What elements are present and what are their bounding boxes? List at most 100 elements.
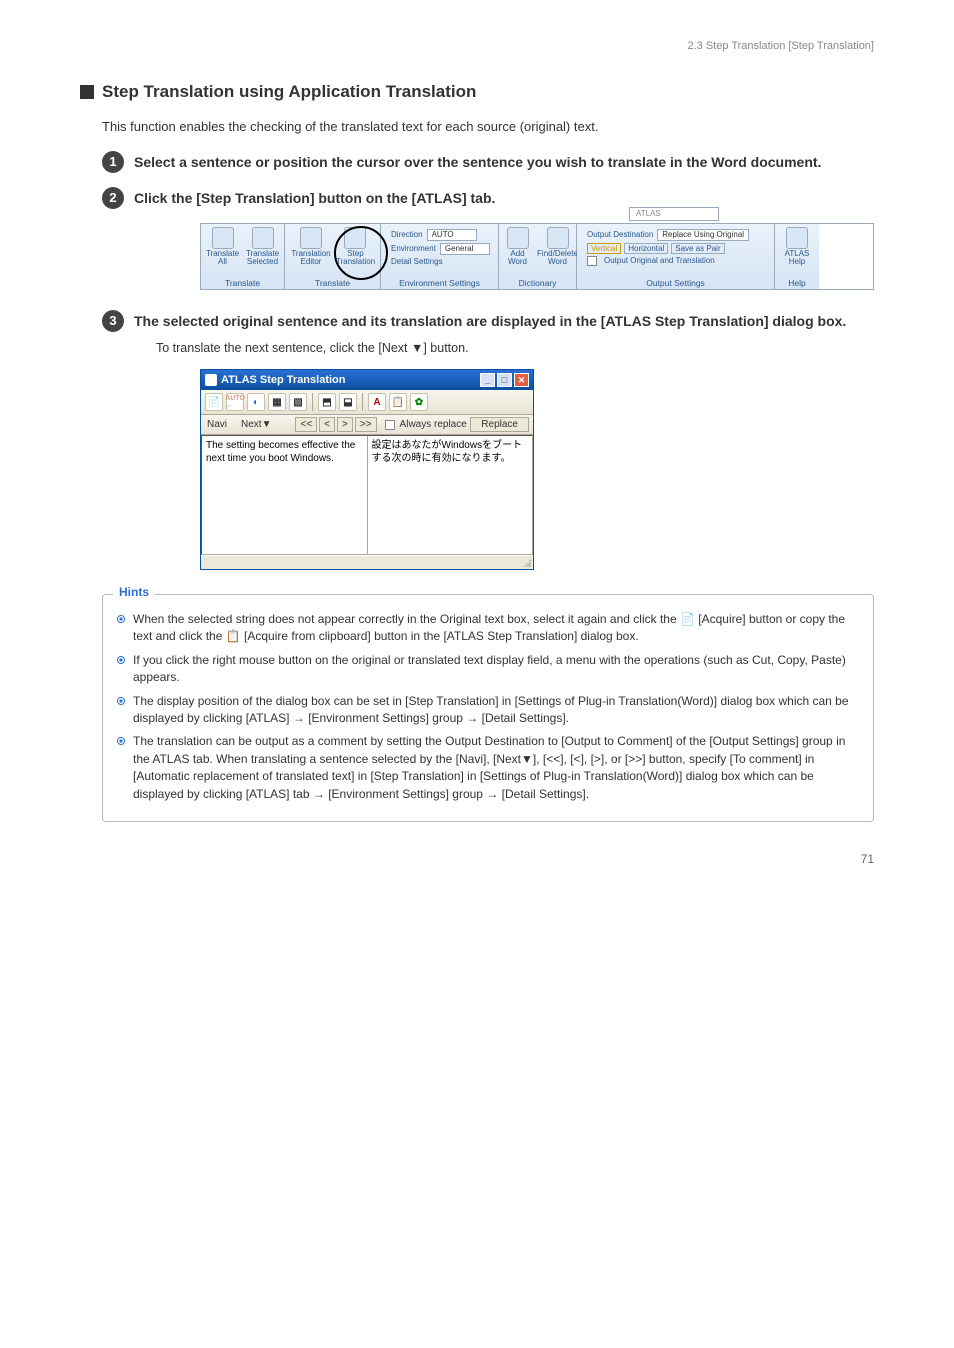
- output-dest-label: Output Destination: [587, 230, 653, 239]
- hints-box: Hints When the selected string does not …: [102, 594, 874, 822]
- step-translation-dialog: ATLAS Step Translation _ □ ✕ 📄 AUTO↔ ◐ ▦…: [200, 369, 534, 570]
- auto-icon[interactable]: AUTO↔: [226, 393, 244, 411]
- bullet-icon: [117, 615, 125, 623]
- help-icon: [786, 227, 808, 249]
- acquire-from-clipboard-icon: 📋: [226, 629, 241, 643]
- layout-icon[interactable]: ⬓: [339, 393, 357, 411]
- translate-all-button[interactable]: Translate All: [206, 227, 240, 276]
- find-word-icon: [547, 227, 569, 249]
- always-replace-label: Always replace: [400, 419, 467, 430]
- step-1: 1 Select a sentence or position the curs…: [102, 151, 874, 173]
- bullet-icon: [117, 656, 125, 664]
- output-original-checkbox-label: Output Original and Translation: [604, 256, 715, 265]
- nav-last-button[interactable]: >>: [355, 417, 377, 432]
- save-as-pair-button[interactable]: Save as Pair: [671, 243, 724, 254]
- hint-item: When the selected string does not appear…: [117, 611, 859, 646]
- add-word-button[interactable]: Add Word: [501, 227, 535, 276]
- step-translation-button[interactable]: Step Translation: [337, 227, 374, 276]
- replace-button[interactable]: Replace: [470, 417, 529, 432]
- page-number: 71: [80, 852, 874, 866]
- nav-prev-button[interactable]: <: [319, 417, 335, 432]
- horizontal-button[interactable]: Horizontal: [624, 243, 668, 254]
- hint-text: [Detail Settings].: [482, 711, 569, 725]
- nav-first-button[interactable]: <<: [295, 417, 317, 432]
- resize-grip-icon[interactable]: [521, 557, 531, 567]
- font-icon[interactable]: A: [368, 393, 386, 411]
- target-text-pane[interactable]: 設定はあなたがWindowsをブートする次の時に有効になります。: [368, 436, 533, 554]
- add-word-icon: [507, 227, 529, 249]
- acquire-icon: 📄: [680, 612, 695, 626]
- toolbar-icon[interactable]: ▧: [289, 393, 307, 411]
- next-button[interactable]: Next▼: [237, 419, 275, 430]
- source-text-pane[interactable]: The setting becomes effective the next t…: [202, 436, 368, 554]
- step-3: 3 The selected original sentence and its…: [102, 310, 874, 332]
- group-label: Translate: [207, 276, 278, 289]
- checkbox-icon[interactable]: [587, 256, 597, 266]
- step-number-badge: 1: [102, 151, 124, 173]
- output-dest-select[interactable]: Replace Using Original: [657, 229, 749, 241]
- translate-selected-button[interactable]: Translate Selected: [246, 227, 280, 276]
- group-label: Dictionary: [505, 276, 570, 289]
- group-label: Translate: [291, 276, 374, 289]
- settings-icon[interactable]: ✿: [410, 393, 428, 411]
- arrow-icon: →: [313, 787, 325, 801]
- dialog-titlebar[interactable]: ATLAS Step Translation _ □ ✕: [201, 370, 533, 390]
- always-replace-checkbox[interactable]: [385, 420, 395, 430]
- atlas-icon: [205, 374, 217, 386]
- arrow-icon: →: [466, 711, 478, 725]
- maximize-button[interactable]: □: [497, 373, 512, 387]
- hint-text: When the selected string does not appear…: [133, 612, 680, 626]
- acquire-from-clipboard-icon[interactable]: 📋: [389, 393, 407, 411]
- page-header: 2.3 Step Translation [Step Translation]: [80, 40, 874, 52]
- hint-item: If you click the right mouse button on t…: [117, 652, 859, 687]
- find-delete-word-button[interactable]: Find/Delete Word: [541, 227, 575, 276]
- translation-editor-button[interactable]: Translation Editor: [291, 227, 331, 276]
- heading-text: Step Translation using Application Trans…: [102, 82, 476, 102]
- hint-text: [Acquire from clipboard] button in the […: [244, 629, 639, 643]
- step-2: 2 Click the [Step Translation] button on…: [102, 187, 874, 209]
- globe-icon: [212, 227, 234, 249]
- environment-select[interactable]: General: [440, 243, 490, 255]
- dialog-toolbar: 📄 AUTO↔ ◐ ▦ ▧ ⬒ ⬓ A 📋 ✿: [201, 390, 533, 415]
- hint-text: [Detail Settings].: [502, 787, 589, 801]
- hint-item: The display position of the dialog box c…: [117, 693, 859, 728]
- environment-label: Environment: [391, 244, 436, 253]
- bullet-icon: [117, 737, 125, 745]
- square-bullet-icon: [80, 85, 94, 99]
- layout-icon[interactable]: ⬒: [318, 393, 336, 411]
- hint-text: If you click the right mouse button on t…: [133, 652, 859, 687]
- section-heading: Step Translation using Application Trans…: [80, 82, 874, 102]
- group-label: Help: [781, 276, 813, 289]
- step-number-badge: 3: [102, 310, 124, 332]
- direction-select[interactable]: AUTO: [427, 229, 477, 241]
- bullet-icon: [117, 697, 125, 705]
- arrow-icon: →: [293, 711, 305, 725]
- acquire-icon[interactable]: 📄: [205, 393, 223, 411]
- toolbar-icon[interactable]: ▦: [268, 393, 286, 411]
- dialog-title-text: ATLAS Step Translation: [221, 374, 345, 386]
- search-box[interactable]: ATLAS: [629, 207, 719, 221]
- hint-item: The translation can be output as a comme…: [117, 733, 859, 803]
- step-icon: [344, 227, 366, 249]
- navi-label: Navi: [205, 419, 235, 430]
- minimize-button[interactable]: _: [480, 373, 495, 387]
- hints-label: Hints: [113, 585, 155, 599]
- step-3-sub: To translate the next sentence, click th…: [156, 340, 874, 358]
- step-2-text: Click the [Step Translation] button on t…: [134, 187, 495, 209]
- globe-icon[interactable]: ◐: [247, 393, 265, 411]
- atlas-help-button[interactable]: ATLAS Help: [780, 227, 814, 276]
- vertical-button[interactable]: Vertical: [587, 243, 621, 254]
- step-1-text: Select a sentence or position the cursor…: [134, 151, 821, 173]
- step-number-badge: 2: [102, 187, 124, 209]
- detail-settings-button[interactable]: Detail Settings: [391, 257, 488, 266]
- intro-text: This function enables the checking of th…: [102, 117, 874, 137]
- nav-next-button[interactable]: >: [337, 417, 353, 432]
- separator-icon: [312, 393, 313, 411]
- separator-icon: [362, 393, 363, 411]
- hint-text: [Environment Settings] group: [328, 787, 486, 801]
- globe-select-icon: [252, 227, 274, 249]
- hint-text: [Environment Settings] group: [308, 711, 466, 725]
- close-button[interactable]: ✕: [514, 373, 529, 387]
- arrow-icon: →: [486, 787, 498, 801]
- step-3-text: The selected original sentence and its t…: [134, 310, 846, 332]
